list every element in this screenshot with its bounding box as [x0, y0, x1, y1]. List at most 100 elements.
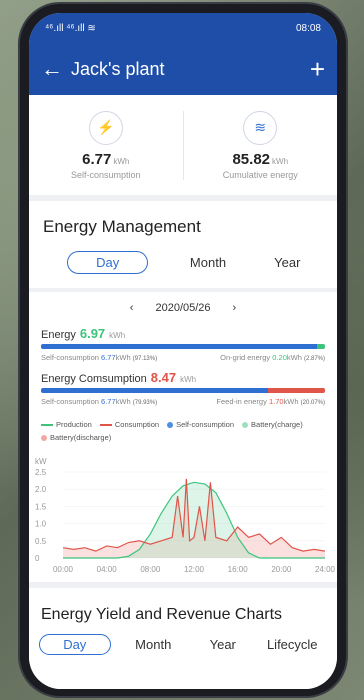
on-grid-segment: [316, 344, 325, 349]
current-date[interactable]: 2020/05/26: [155, 302, 210, 314]
period-tabs: Day Month Year: [29, 247, 337, 288]
x-tick-label: 00:00: [53, 565, 74, 574]
energy-right: On-grid energy 0.20kWh (2.87%): [220, 353, 325, 362]
energy-value: 6.97: [79, 326, 106, 341]
add-icon[interactable]: +: [310, 54, 325, 85]
breakdown-unit: kWh: [286, 353, 302, 362]
yield-title: Energy Yield and Revenue Charts: [41, 606, 283, 623]
legend-battery-discharge[interactable]: Battery(discharge): [41, 433, 111, 442]
tab-day[interactable]: Day: [67, 251, 149, 274]
y-tick-label: 0.5: [35, 537, 47, 546]
page-title: Jack's plant: [71, 58, 165, 79]
next-date-icon[interactable]: ›: [233, 302, 237, 314]
breakdown-value: 1.70: [268, 397, 284, 406]
legend-production[interactable]: Production: [41, 420, 92, 429]
y-tick-label: 2.5: [35, 468, 47, 477]
energy-row: Energy 6.97 kWh Self-consumption 6.77kWh…: [29, 326, 337, 406]
x-tick-label: 20:00: [271, 565, 292, 574]
stat-value: 6.77 kWh: [82, 151, 129, 168]
power-chart[interactable]: kW 2.5 2.0 1.5 1.0 0.5 0 00:00 04:00 08:00 12:00 16…: [29, 442, 337, 582]
legend-battery-charge[interactable]: Battery(charge): [242, 420, 303, 429]
back-arrow-icon[interactable]: ←: [41, 56, 71, 82]
tab-month[interactable]: Month: [119, 637, 189, 652]
x-tick-label: 04:00: [97, 565, 118, 574]
y-axis-label: kW: [35, 457, 47, 466]
status-bar: ⁴⁶.ıll ⁴⁶.ıll ≋ 08:08: [29, 13, 337, 43]
breakdown-value: 6.77: [101, 397, 116, 406]
energy-left: Self-consumption 6.77kWh (97.13%): [41, 353, 157, 362]
legend-label: Battery(charge): [251, 420, 303, 429]
consumption-label: Energy Comsumption: [41, 373, 147, 385]
stat-unit: kWh: [272, 156, 289, 166]
tab-month[interactable]: Month: [168, 255, 247, 270]
stat-value: 85.82 kWh: [232, 151, 288, 168]
legend-swatch: [41, 423, 53, 426]
x-tick-label: 12:00: [184, 565, 205, 574]
consumption-left: Self-consumption 6.77kWh (79.93%): [41, 397, 157, 406]
signal-icon: ⁴⁶.ıll ⁴⁶.ıll ≋: [45, 22, 96, 34]
cumulative-energy-stat: ≋ 85.82 kWh Cumulative energy: [182, 110, 338, 180]
chart-legend: Production Consumption Self-consumption …: [29, 414, 337, 442]
breakdown-pct: (20.07%): [300, 400, 325, 406]
stats-panel: ⚡ 6.77 kWh Self-consumption ≋ 85.82 kWh Cu…: [29, 95, 337, 195]
legend-label: Production: [56, 420, 92, 429]
breakdown-unit: kWh: [115, 397, 131, 406]
breakdown-unit: kWh: [115, 353, 131, 362]
consumption-breakdown: Self-consumption 6.77kWh (79.93%) Feed-i…: [41, 397, 325, 406]
breakdown-label: Self-consumption: [41, 353, 99, 362]
prev-date-icon[interactable]: ‹: [130, 302, 134, 314]
feed-in-segment: [268, 388, 325, 393]
self-consumption-stat: ⚡ 6.77 kWh Self-consumption: [29, 110, 183, 180]
app-bar: ← Jack's plant +: [29, 43, 337, 95]
consumption-value: 8.47: [150, 370, 177, 385]
legend-label: Self-consumption: [176, 420, 235, 429]
stat-number: 6.77: [82, 150, 112, 168]
y-tick-label: 2.0: [35, 485, 47, 494]
breakdown-label: Feed-in energy: [216, 397, 267, 406]
breakdown-label: On-grid energy: [220, 353, 271, 362]
tab-year[interactable]: Year: [248, 255, 327, 270]
energy-label: Energy: [41, 329, 76, 341]
phone-screen: ⁴⁶.ıll ⁴⁶.ıll ≋ 08:08 ← Jack's plant + ⚡…: [29, 13, 337, 689]
energy-management-card: Energy Management Day Month Year ‹ 2020/…: [29, 201, 337, 582]
x-tick-label: 16:00: [228, 565, 249, 574]
stat-number: 85.82: [232, 150, 271, 168]
legend-label: Consumption: [114, 420, 160, 429]
solar-panel-icon: ⚡: [88, 110, 123, 145]
energy-grid-icon: ≋: [243, 110, 278, 145]
consumption-unit: kWh: [180, 375, 197, 384]
y-tick-label: 0: [35, 554, 40, 563]
breakdown-value: 6.77: [101, 353, 116, 362]
legend-self-consumption[interactable]: Self-consumption: [167, 420, 234, 429]
section-title: Energy Management: [43, 217, 201, 236]
breakdown-pct: (79.93%): [132, 400, 158, 406]
legend-consumption[interactable]: Consumption: [99, 420, 160, 429]
x-tick-label: 08:00: [140, 565, 161, 574]
yield-tabs: Day Month Year Lifecycle: [29, 634, 337, 655]
status-time: 08:08: [295, 22, 321, 34]
self-consumption-segment: [41, 344, 317, 349]
breakdown-value: 0.20: [272, 353, 287, 362]
y-tick-label: 1.0: [35, 520, 47, 529]
breakdown-unit: kWh: [283, 397, 299, 406]
breakdown-pct: (2.87%): [303, 356, 325, 362]
date-navigator: ‹ 2020/05/26 ›: [29, 292, 337, 320]
tab-day[interactable]: Day: [39, 634, 111, 655]
energy-breakdown: Self-consumption 6.77kWh (97.13%) On-gri…: [41, 353, 325, 362]
consumption-title: Energy Comsumption 8.47 kWh: [41, 370, 325, 385]
breakdown-pct: (97.13%): [132, 356, 158, 362]
self-consumption-segment: [41, 388, 268, 393]
consumption-right: Feed-in energy 1.70kWh (20.07%): [216, 397, 325, 406]
tab-lifecycle[interactable]: Lifecycle: [258, 637, 328, 652]
tab-year[interactable]: Year: [188, 637, 258, 652]
energy-unit: kWh: [109, 331, 126, 340]
power-chart-svg: kW 2.5 2.0 1.5 1.0 0.5 0 00:00 04:00 08:00 12:00 16…: [35, 457, 336, 574]
consumption-ratio-bar: [41, 388, 325, 393]
stat-unit: kWh: [113, 156, 130, 166]
breakdown-label: Self-consumption: [41, 397, 99, 406]
legend-swatch: [242, 421, 249, 428]
x-tick-label: 24:00: [315, 565, 336, 574]
stat-label: Self-consumption: [70, 169, 141, 180]
phone-frame: ⁴⁶.ıll ⁴⁶.ıll ≋ 08:08 ← Jack's plant + ⚡…: [20, 4, 346, 696]
legend-swatch: [99, 423, 112, 426]
